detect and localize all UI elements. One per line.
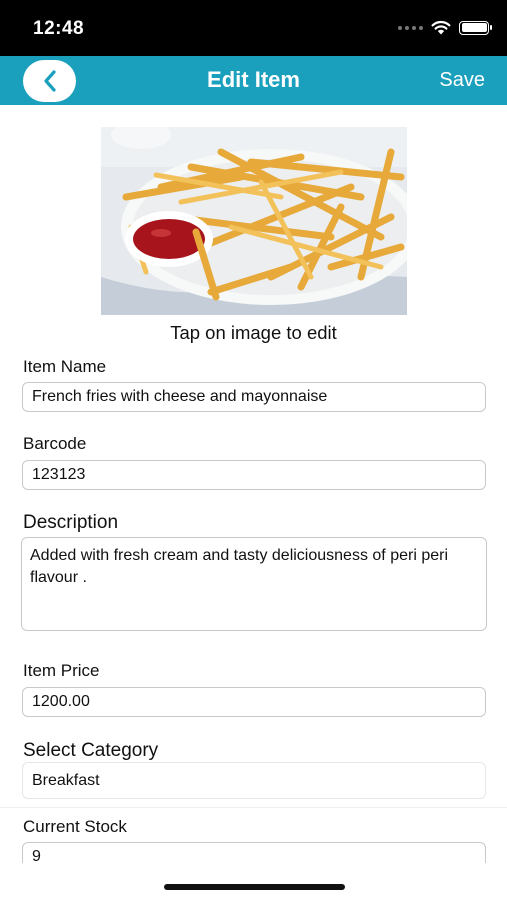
select-category-label: Select Category [23,740,159,761]
status-icons [398,20,492,35]
home-indicator [164,884,345,890]
description-field[interactable]: Added with fresh cream and tasty delicio… [21,537,487,631]
cellular-signal-icon [398,25,423,30]
wifi-icon [431,20,451,35]
save-button[interactable]: Save [439,69,485,92]
item-name-label: Item Name [23,357,107,376]
status-bar: 12:48 [0,0,507,56]
page-title: Edit Item [207,67,300,92]
status-time: 12:48 [33,18,85,39]
image-edit-hint: Tap on image to edit [170,322,337,343]
barcode-label: Barcode [23,434,87,453]
description-label: Description [23,512,119,533]
item-price-label: Item Price [23,661,100,680]
nav-bar: Edit Item Save [0,56,507,105]
item-name-field[interactable] [22,382,486,412]
battery-icon [459,20,492,35]
category-select[interactable]: Breakfast [22,762,486,799]
item-image[interactable] [101,127,407,315]
item-price-field[interactable] [22,687,486,717]
barcode-field[interactable] [22,460,486,490]
edit-item-form: Tap on image to edit Item Name Barcode D… [0,105,507,863]
divider [0,807,507,808]
current-stock-field[interactable] [22,842,486,863]
current-stock-label: Current Stock [23,817,127,836]
french-fries-image [101,127,407,315]
